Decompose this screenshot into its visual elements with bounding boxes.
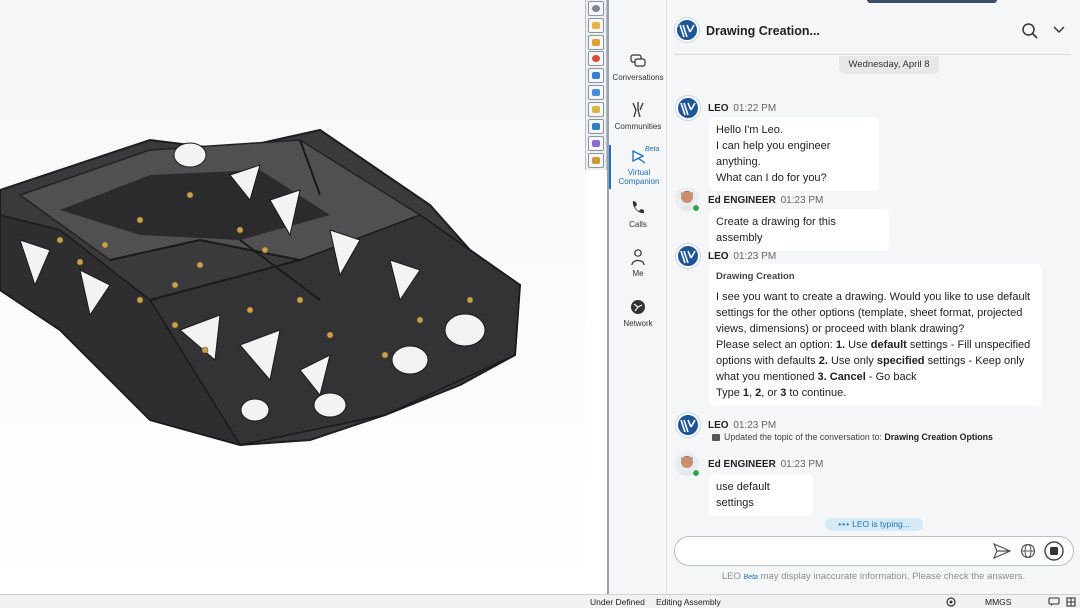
appearance-icon[interactable]: [588, 51, 604, 66]
chat-panel: Drawing Creation... Wednesday, April 8 L…: [667, 0, 1080, 594]
nav-label: Virtual: [627, 168, 651, 177]
typing-indicator: ••• LEO is typing...: [825, 518, 923, 531]
person-icon: [631, 249, 645, 266]
message-header: LEO 01:23 PM: [708, 420, 776, 431]
custom-props-icon[interactable]: [588, 102, 604, 117]
message-line: Hello I'm Leo.: [716, 124, 783, 136]
communities-icon: [632, 102, 644, 118]
nav-conversations[interactable]: Conversations: [609, 52, 667, 82]
message-paragraph: Type 1, 2, or 3 to continue.: [716, 387, 847, 399]
beta-badge: Beta: [743, 574, 758, 581]
status-definition: Under Defined: [590, 597, 645, 607]
message-bubble: Hello I'm Leo. I can help you engineer a…: [709, 117, 879, 191]
online-status: [692, 204, 700, 212]
library-icon[interactable]: [588, 153, 604, 168]
message-paragraph: I see you want to create a drawing. Woul…: [716, 291, 1031, 335]
home-icon[interactable]: [588, 1, 604, 16]
nav-label: Communities: [614, 122, 662, 131]
search-icon[interactable]: [1021, 22, 1039, 40]
topic-name: Drawing Creation Options: [884, 432, 993, 442]
typing-text: LEO is typing...: [852, 519, 910, 529]
message-input[interactable]: [674, 536, 1074, 566]
grid-icon[interactable]: [1066, 597, 1076, 607]
folder-icon[interactable]: [588, 18, 604, 33]
assembly-model: [0, 128, 522, 447]
divider: [675, 54, 1071, 55]
tools-icon[interactable]: [588, 136, 604, 151]
disclaimer-text: may display inaccurate information. Plea…: [757, 571, 1026, 582]
stop-icon[interactable]: [1044, 541, 1064, 561]
typing-dots: •••: [838, 519, 851, 529]
nav-label: Conversations: [612, 73, 664, 82]
model-viewport[interactable]: [0, 0, 585, 594]
nav-rail: Conversations Communities Beta Virtual C…: [609, 0, 667, 594]
beta-badge: Beta: [645, 146, 660, 153]
conversation-header: Drawing Creation...: [667, 14, 1080, 50]
message-label: Drawing Creation: [716, 271, 795, 282]
comment-icon: [712, 434, 720, 441]
globe-icon[interactable]: [1020, 543, 1036, 559]
leo-avatar: [676, 413, 700, 437]
nav-network[interactable]: Network: [609, 298, 667, 328]
message-time: 01:22 PM: [733, 103, 777, 114]
message-time: 01:23 PM: [733, 251, 777, 262]
nav-me[interactable]: Me: [609, 248, 667, 278]
app-window: Conversations Communities Beta Virtual C…: [0, 0, 1080, 608]
conversation-title[interactable]: Drawing Creation...: [706, 24, 820, 38]
message-header: LEO 01:22 PM: [708, 103, 776, 114]
nav-label: Network: [623, 319, 653, 328]
sender-name: LEO: [708, 420, 729, 431]
sender-name: Ed ENGINEER: [708, 459, 776, 470]
message-header: LEO 01:23 PM: [708, 251, 776, 262]
network-icon: [631, 300, 645, 314]
online-status: [692, 469, 700, 477]
message-bubble: Create a drawing for this assembly: [709, 209, 889, 251]
comment-icon[interactable]: [1048, 597, 1060, 607]
nav-label: Companion: [618, 177, 660, 186]
nav-virtual-companion[interactable]: Beta Virtual Companion: [609, 145, 667, 189]
message-line: I can help you engineer anything.: [716, 140, 831, 168]
chevron-down-icon[interactable]: [1052, 24, 1066, 36]
parts-icon[interactable]: [588, 35, 604, 50]
leo-avatar: [676, 96, 700, 120]
leo-avatar: [676, 244, 700, 268]
display-icon[interactable]: [588, 85, 604, 100]
phone-icon: [632, 201, 644, 214]
date-divider: Wednesday, April 8: [839, 56, 939, 74]
send-icon[interactable]: [993, 543, 1011, 559]
message-bubble: Drawing Creation I see you want to creat…: [709, 264, 1042, 406]
message-bubble: use default settings: [709, 474, 813, 516]
status-mode: Editing Assembly: [656, 597, 721, 607]
message-header: Ed ENGINEER 01:23 PM: [708, 195, 823, 206]
nav-label: Me: [632, 269, 644, 278]
nav-calls[interactable]: Calls: [609, 199, 667, 229]
nav-label: Calls: [629, 220, 647, 229]
message-line: What can I do for you?: [716, 172, 827, 184]
task-pane-toolbar: [585, 0, 607, 170]
units-selector[interactable]: MMGS: [985, 597, 1011, 607]
topic-update: Updated the topic of the conversation to…: [712, 432, 993, 442]
message-time: 01:23 PM: [780, 195, 824, 206]
status-bar: Under Defined Editing Assembly MMGS: [0, 594, 1080, 608]
house-icon[interactable]: [588, 119, 604, 134]
message-header: Ed ENGINEER 01:23 PM: [708, 459, 823, 470]
sender-name: LEO: [708, 103, 729, 114]
topic-prefix: Updated the topic of the conversation to…: [724, 432, 885, 442]
message-time: 01:23 PM: [780, 459, 824, 470]
sender-name: LEO: [708, 251, 729, 262]
rebuild-icon[interactable]: [946, 597, 956, 607]
view-icon[interactable]: [588, 68, 604, 83]
message-time: 01:23 PM: [733, 420, 777, 431]
nav-communities[interactable]: Communities: [609, 101, 667, 131]
chat-icon: [630, 54, 646, 67]
disclaimer-name: LEO: [721, 571, 741, 582]
panel-grip[interactable]: [867, 0, 997, 3]
message-paragraph: Please select an option: 1. Use default …: [716, 339, 1031, 383]
disclaimer: LEO Beta may display inaccurate informat…: [667, 571, 1080, 582]
sender-name: Ed ENGINEER: [708, 195, 776, 206]
leo-logo: [675, 18, 699, 42]
